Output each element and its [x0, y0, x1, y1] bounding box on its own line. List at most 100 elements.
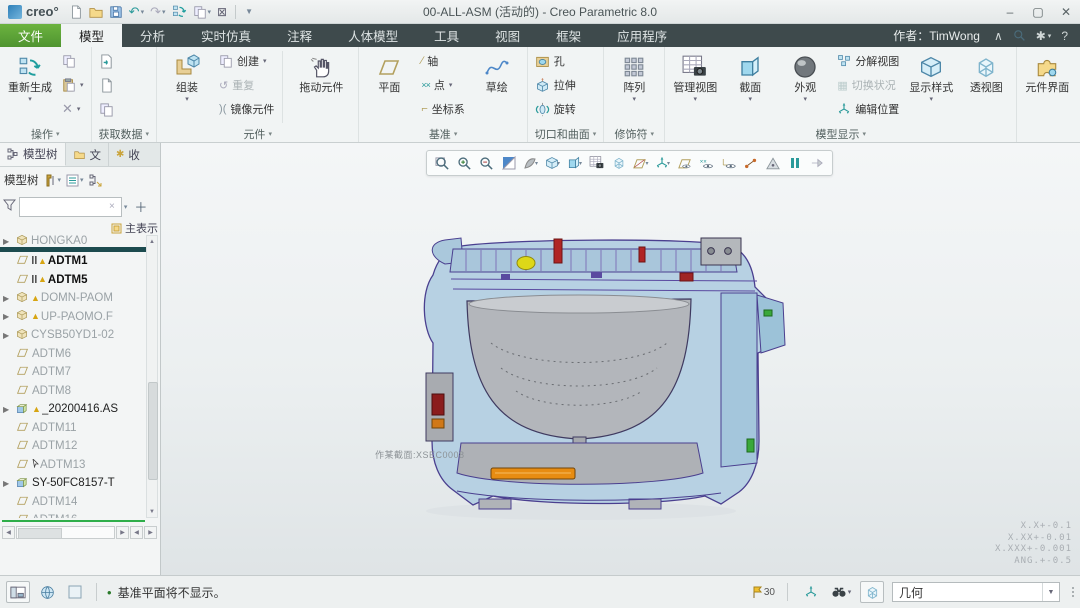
datum-axis-button[interactable]: ∕轴	[417, 49, 468, 73]
assemble-button[interactable]: 组装▾	[160, 49, 214, 104]
group-label-operations[interactable]: 操作▾	[3, 125, 88, 142]
tree-item[interactable]: ▶ ▲ UP-PAOMO.F	[0, 308, 147, 327]
expand-arrow-icon[interactable]: ▶	[3, 331, 9, 340]
group-label-modifiers[interactable]: 修饰符▾	[607, 125, 661, 142]
save-button[interactable]	[107, 3, 125, 21]
clear-search-icon[interactable]: ×	[109, 201, 115, 212]
tree-item[interactable]: ▶ ▲ ADTM7	[0, 363, 147, 382]
hscroll-thumb[interactable]	[18, 528, 62, 539]
close-window-button[interactable]: ⊠	[215, 3, 229, 21]
help-icon[interactable]: ?	[1061, 29, 1068, 43]
datum-csys-button[interactable]: ⌐坐标系	[417, 97, 468, 121]
ribbon-tab[interactable]: 注释	[269, 24, 330, 47]
datum-plane-button[interactable]: 平面	[362, 49, 416, 95]
ribbon-options-icon[interactable]: ✱▾	[1036, 29, 1052, 43]
graphics-area[interactable]: ▾ ▾ ▾ ▾ ▾ ××	[161, 143, 1080, 575]
tree-item[interactable]: ▶ ▲ ADTM16	[0, 511, 147, 518]
tree-item[interactable]: ▶ ▲ ADTM13	[0, 456, 147, 475]
hole-button[interactable]: 孔	[531, 49, 580, 73]
expand-arrow-icon[interactable]: ▶	[3, 405, 9, 414]
tree-filters-button[interactable]: ▾	[66, 174, 84, 187]
group-label-get-data[interactable]: 获取数据▾	[95, 125, 154, 142]
navigator-toggle-icon[interactable]	[6, 581, 30, 603]
tree-item[interactable]: ▶ ▲ _20200416.AS	[0, 400, 147, 419]
extrude-button[interactable]: 拉伸	[531, 73, 580, 97]
scroll-left-arrow[interactable]: ◀	[2, 526, 15, 539]
regen-status-icon[interactable]	[800, 582, 822, 602]
expand-arrow-icon[interactable]: ▶	[3, 312, 9, 321]
tree-item[interactable]: ▶ ▲ ADTM6	[0, 345, 147, 364]
drag-component-button[interactable]: 拖动元件	[287, 49, 355, 95]
group-label-datum[interactable]: 基准▾	[362, 125, 523, 142]
maximize-button[interactable]: ▢	[1024, 1, 1052, 23]
ribbon-tab[interactable]: 分析	[122, 24, 183, 47]
representation-label[interactable]: 主表示	[125, 220, 158, 236]
create-component-button[interactable]: 创建▾	[215, 49, 278, 73]
minimize-ribbon-icon[interactable]: ∧	[994, 29, 1003, 43]
tree-item[interactable]: ▶ ▲ ADTM1	[0, 252, 147, 271]
shrinkwrap-button[interactable]	[95, 97, 118, 121]
component-interface-button[interactable]: 元件界面	[1020, 49, 1074, 95]
user-defined-feature-button[interactable]	[95, 73, 118, 97]
tree-settings-button[interactable]	[89, 174, 103, 187]
ribbon-tab[interactable]: 视图	[477, 24, 538, 47]
find-icon[interactable]: ▾	[830, 582, 852, 602]
publish-geometry-button[interactable]: 发布几何	[1075, 49, 1080, 95]
toggle-status-button[interactable]: ▦切换状况	[833, 73, 903, 97]
tree-item[interactable]: ▶ ▲ ADTM11	[0, 419, 147, 438]
ribbon-tab[interactable]: 框架	[538, 24, 599, 47]
regenerate-quick-button[interactable]	[170, 3, 189, 21]
3d-box-select-icon[interactable]	[860, 581, 884, 603]
expand-arrow-icon[interactable]: ▶	[3, 479, 9, 488]
paste-button[interactable]: ▾	[58, 73, 88, 97]
group-label-model-intent[interactable]: 模型意图▾	[1020, 125, 1080, 142]
ribbon-tab[interactable]: 文件	[0, 24, 61, 47]
ribbon-tab[interactable]: 实时仿真	[183, 24, 269, 47]
datum-point-button[interactable]: ××点▾	[417, 73, 468, 97]
ribbon-tab[interactable]: 工具	[416, 24, 477, 47]
notifications-flag[interactable]: 30	[752, 586, 775, 599]
edit-position-button[interactable]: 编辑位置	[833, 97, 903, 121]
tree-item[interactable]: ▶ ▲ ADTM12	[0, 437, 147, 456]
tree-vertical-scrollbar[interactable]: ▲ ▼	[146, 235, 158, 518]
scroll-down-arrow[interactable]: ▼	[147, 506, 157, 517]
tree-item[interactable]: ▶ ▲ ADTM5	[0, 271, 147, 290]
ribbon-tab[interactable]: 应用程序	[599, 24, 685, 47]
section-button[interactable]: 截面▾	[723, 49, 777, 104]
scroll-up-arrow[interactable]: ▲	[147, 236, 157, 247]
search-options-dropdown[interactable]: ▾	[124, 203, 128, 211]
tab-folder-browser[interactable]: 文	[66, 143, 110, 166]
tree-tools-button[interactable]: ▾	[44, 174, 62, 187]
tree-item[interactable]: ▶ ▲ DOMN-PAOM	[0, 289, 147, 308]
ribbon-tab[interactable]: 模型	[61, 24, 122, 47]
exploded-view-button[interactable]: 分解视图	[833, 49, 903, 73]
mirror-component-button[interactable]: )(镜像元件	[215, 97, 278, 121]
open-file-button[interactable]	[87, 3, 105, 21]
repeat-button[interactable]: ↺重复	[215, 73, 278, 97]
pattern-button[interactable]: 阵列▾	[607, 49, 661, 104]
delete-button[interactable]: ✕▾	[58, 97, 88, 121]
combobox-dropdown-icon[interactable]: ▼	[1042, 583, 1059, 601]
display-style-button[interactable]: 显示样式▾	[904, 49, 958, 104]
ribbon-tab[interactable]: 人体模型	[330, 24, 416, 47]
tree-item[interactable]: ▶ ▲ HONGKA0	[0, 235, 147, 252]
appearance-button[interactable]: 外观▾	[778, 49, 832, 104]
tree-item[interactable]: ▶ ▲ SY-50FC8157-T	[0, 474, 147, 493]
tree-item[interactable]: ▶ ▲ ADTM8	[0, 382, 147, 401]
perspective-button[interactable]: 透视图	[959, 49, 1013, 95]
redo-button[interactable]: ↷▾	[148, 3, 167, 21]
tree-item[interactable]: ▶ ▲ CYSB50YD1-02	[0, 326, 147, 345]
filter-funnel-icon[interactable]	[3, 199, 16, 214]
pane-left-arrow[interactable]: ◀	[130, 526, 143, 539]
model-view[interactable]	[161, 143, 1080, 575]
new-file-button[interactable]	[67, 3, 85, 21]
import-button[interactable]	[95, 49, 118, 73]
tree-horizontal-scrollbar[interactable]: ◀ ▶ ◀ ▶	[2, 526, 157, 539]
scroll-right-arrow[interactable]: ▶	[116, 526, 129, 539]
add-filter-button[interactable]: ＋	[134, 197, 147, 216]
group-label-model-display[interactable]: 模型显示▾	[668, 125, 1013, 142]
window-switch-button[interactable]: ▾	[191, 3, 214, 21]
resize-grip[interactable]	[1072, 587, 1074, 597]
tree-item[interactable]: ▶ ▲ ADTM14	[0, 493, 147, 512]
web-browser-icon[interactable]	[36, 582, 58, 602]
